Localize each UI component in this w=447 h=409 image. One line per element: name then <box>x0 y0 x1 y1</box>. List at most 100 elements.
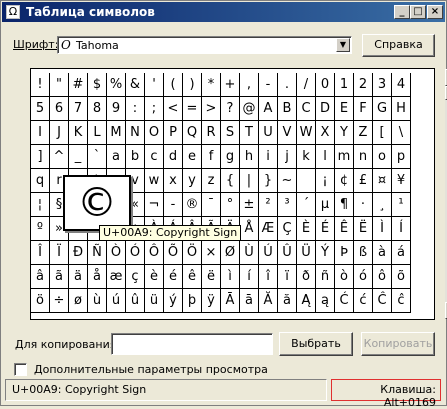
char-cell[interactable]: ÷ <box>50 289 69 313</box>
char-cell[interactable]: ¶ <box>335 193 354 217</box>
char-cell[interactable]: 5 <box>31 97 50 121</box>
char-cell[interactable]: q <box>31 169 50 193</box>
char-cell[interactable]: & <box>126 73 145 97</box>
char-cell[interactable]: R <box>202 121 221 145</box>
char-cell[interactable]: I <box>31 121 50 145</box>
char-cell[interactable]: x <box>164 169 183 193</box>
close-button[interactable]: × <box>427 5 443 19</box>
char-cell[interactable]: ö <box>31 289 50 313</box>
char-cell[interactable]: S <box>221 121 240 145</box>
char-cell[interactable]: Å <box>240 217 259 241</box>
copy-button[interactable]: Копировать <box>361 332 435 356</box>
char-cell[interactable]: J <box>50 121 69 145</box>
char-cell[interactable]: é <box>164 265 183 289</box>
char-cell[interactable]: d <box>164 145 183 169</box>
char-cell[interactable]: O <box>145 121 164 145</box>
char-cell[interactable]: T <box>240 121 259 145</box>
char-cell[interactable]: Ò <box>107 241 126 265</box>
char-cell[interactable]: p <box>392 145 411 169</box>
char-cell[interactable]: ā <box>240 289 259 313</box>
char-cell[interactable]: Ĉ <box>373 289 392 313</box>
char-cell[interactable]: á <box>392 241 411 265</box>
char-cell[interactable]: ü <box>145 289 164 313</box>
char-cell[interactable]: ` <box>88 145 107 169</box>
char-cell[interactable]: # <box>69 73 88 97</box>
char-cell[interactable]: × <box>202 241 221 265</box>
char-cell[interactable]: g <box>221 145 240 169</box>
char-cell[interactable]: ¥ <box>392 169 411 193</box>
char-cell[interactable]: Ć <box>335 289 354 313</box>
char-cell[interactable]: Ù <box>240 241 259 265</box>
char-cell[interactable]: z <box>202 169 221 193</box>
char-cell[interactable]: P <box>164 121 183 145</box>
char-cell[interactable]: X <box>316 121 335 145</box>
char-cell[interactable]: ¸ <box>373 193 392 217</box>
char-cell[interactable]: _ <box>69 145 88 169</box>
char-cell[interactable]: Y <box>335 121 354 145</box>
char-cell[interactable]: ô <box>373 265 392 289</box>
char-cell[interactable]: å <box>88 265 107 289</box>
char-cell[interactable]: ' <box>145 73 164 97</box>
char-cell[interactable]: ñ <box>316 265 335 289</box>
char-cell[interactable]: ° <box>221 193 240 217</box>
char-cell[interactable]: m <box>335 145 354 169</box>
char-cell[interactable]: Ă <box>259 289 278 313</box>
char-cell[interactable]: ¡ <box>316 169 335 193</box>
char-cell[interactable]: î <box>259 265 278 289</box>
char-cell[interactable] <box>297 169 316 193</box>
char-cell[interactable]: Ì <box>373 217 392 241</box>
char-cell[interactable]: U <box>259 121 278 145</box>
chevron-down-icon[interactable]: ▼ <box>336 38 350 52</box>
char-cell[interactable]: Æ <box>259 217 278 241</box>
char-cell[interactable]: f <box>202 145 221 169</box>
char-cell[interactable]: j <box>278 145 297 169</box>
char-cell[interactable]: a <box>107 145 126 169</box>
char-cell[interactable]: B <box>278 97 297 121</box>
char-cell[interactable]: Î <box>31 241 50 265</box>
char-cell[interactable]: $ <box>88 73 107 97</box>
char-cell[interactable]: ã <box>50 265 69 289</box>
char-cell[interactable]: æ <box>107 265 126 289</box>
char-cell[interactable]: b <box>126 145 145 169</box>
char-cell[interactable]: 8 <box>88 97 107 121</box>
char-cell[interactable]: [ <box>373 121 392 145</box>
char-cell[interactable]: ¹ <box>392 193 411 217</box>
char-cell[interactable]: ð <box>297 265 316 289</box>
char-cell[interactable]: 6 <box>50 97 69 121</box>
char-cell[interactable]: ; <box>145 97 164 121</box>
char-cell[interactable]: : <box>126 97 145 121</box>
char-cell[interactable]: , <box>240 73 259 97</box>
char-cell[interactable]: E <box>335 97 354 121</box>
char-cell[interactable]: ^ <box>50 145 69 169</box>
char-cell[interactable]: Þ <box>335 241 354 265</box>
char-cell[interactable]: H <box>392 97 411 121</box>
char-cell[interactable]: D <box>316 97 335 121</box>
char-cell[interactable]: ) <box>183 73 202 97</box>
minimize-button[interactable]: _ <box>394 5 410 19</box>
char-cell[interactable]: Ç <box>278 217 297 241</box>
char-cell[interactable]: . <box>278 73 297 97</box>
char-cell[interactable]: Ö <box>183 241 202 265</box>
char-cell[interactable]: ³ <box>278 193 297 217</box>
char-cell[interactable]: / <box>297 73 316 97</box>
char-cell[interactable]: Ā <box>221 289 240 313</box>
char-cell[interactable]: Ø <box>221 241 240 265</box>
char-cell[interactable]: M <box>107 121 126 145</box>
characters-to-copy-input[interactable] <box>111 333 273 355</box>
char-cell[interactable]: ¦ <box>31 193 50 217</box>
char-cell[interactable]: + <box>221 73 240 97</box>
advanced-view-label[interactable]: Дополнительные параметры просмотра <box>34 363 268 376</box>
char-cell[interactable]: è <box>145 265 164 289</box>
char-cell[interactable]: í <box>240 265 259 289</box>
char-cell[interactable]: n <box>354 145 373 169</box>
char-cell[interactable]: Ô <box>145 241 164 265</box>
char-cell[interactable]: % <box>107 73 126 97</box>
char-cell[interactable]: V <box>278 121 297 145</box>
char-cell[interactable]: ¢ <box>335 169 354 193</box>
char-cell[interactable]: A <box>259 97 278 121</box>
char-cell[interactable]: { <box>221 169 240 193</box>
char-cell[interactable]: K <box>69 121 88 145</box>
char-cell[interactable]: Ê <box>335 217 354 241</box>
char-cell[interactable]: ~ <box>278 169 297 193</box>
char-cell[interactable]: ù <box>88 289 107 313</box>
